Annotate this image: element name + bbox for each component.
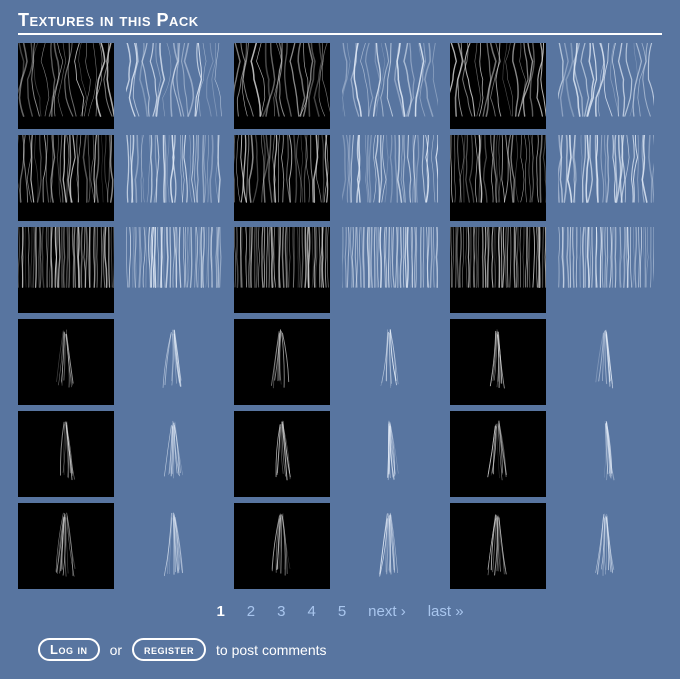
pager-page[interactable]: 2 bbox=[247, 603, 255, 620]
texture-row bbox=[18, 319, 662, 405]
texture-row bbox=[18, 135, 662, 221]
texture-thumb[interactable] bbox=[18, 503, 114, 589]
pager-page[interactable]: 5 bbox=[338, 603, 346, 620]
pager-page[interactable]: 3 bbox=[277, 603, 285, 620]
texture-thumb[interactable] bbox=[342, 43, 438, 129]
texture-thumb[interactable] bbox=[18, 411, 114, 497]
texture-thumb[interactable] bbox=[18, 43, 114, 129]
texture-thumb[interactable] bbox=[558, 43, 654, 129]
texture-thumb[interactable] bbox=[342, 227, 438, 313]
texture-row bbox=[18, 43, 662, 129]
texture-thumb[interactable] bbox=[18, 135, 114, 221]
texture-thumb[interactable] bbox=[126, 411, 222, 497]
texture-thumb[interactable] bbox=[234, 503, 330, 589]
texture-thumb[interactable] bbox=[342, 411, 438, 497]
texture-thumb[interactable] bbox=[450, 503, 546, 589]
texture-thumb[interactable] bbox=[126, 319, 222, 405]
texture-thumb[interactable] bbox=[450, 411, 546, 497]
texture-thumb[interactable] bbox=[450, 319, 546, 405]
pager-page[interactable]: 4 bbox=[307, 603, 315, 620]
pager-next[interactable]: next › bbox=[368, 603, 406, 620]
texture-thumb[interactable] bbox=[558, 135, 654, 221]
login-button[interactable]: Log in bbox=[38, 638, 100, 661]
texture-thumb[interactable] bbox=[126, 135, 222, 221]
texture-thumb[interactable] bbox=[558, 227, 654, 313]
texture-thumb[interactable] bbox=[450, 43, 546, 129]
texture-thumb[interactable] bbox=[342, 135, 438, 221]
texture-thumb[interactable] bbox=[342, 319, 438, 405]
texture-thumb[interactable] bbox=[558, 411, 654, 497]
texture-thumb[interactable] bbox=[450, 135, 546, 221]
comment-prompt: Log in or register to post comments bbox=[38, 638, 662, 661]
section-title: Textures in this Pack bbox=[18, 10, 662, 31]
to-post-text: to post comments bbox=[216, 642, 327, 658]
texture-thumb[interactable] bbox=[234, 227, 330, 313]
texture-row bbox=[18, 227, 662, 313]
texture-thumb[interactable] bbox=[558, 503, 654, 589]
texture-thumb[interactable] bbox=[450, 227, 546, 313]
texture-thumb[interactable] bbox=[18, 227, 114, 313]
pager-last[interactable]: last » bbox=[428, 603, 464, 620]
texture-thumb[interactable] bbox=[126, 503, 222, 589]
texture-thumb[interactable] bbox=[234, 319, 330, 405]
texture-grid bbox=[18, 43, 662, 589]
or-text: or bbox=[110, 642, 122, 658]
pagination: 1 2 3 4 5 next › last » bbox=[18, 603, 662, 620]
texture-thumb[interactable] bbox=[558, 319, 654, 405]
section-rule bbox=[18, 33, 662, 35]
texture-thumb[interactable] bbox=[18, 319, 114, 405]
register-button[interactable]: register bbox=[132, 638, 206, 661]
texture-thumb[interactable] bbox=[342, 503, 438, 589]
texture-thumb[interactable] bbox=[126, 43, 222, 129]
texture-row bbox=[18, 503, 662, 589]
texture-thumb[interactable] bbox=[126, 227, 222, 313]
texture-thumb[interactable] bbox=[234, 43, 330, 129]
texture-thumb[interactable] bbox=[234, 411, 330, 497]
texture-row bbox=[18, 411, 662, 497]
texture-thumb[interactable] bbox=[234, 135, 330, 221]
pager-current: 1 bbox=[216, 603, 224, 620]
